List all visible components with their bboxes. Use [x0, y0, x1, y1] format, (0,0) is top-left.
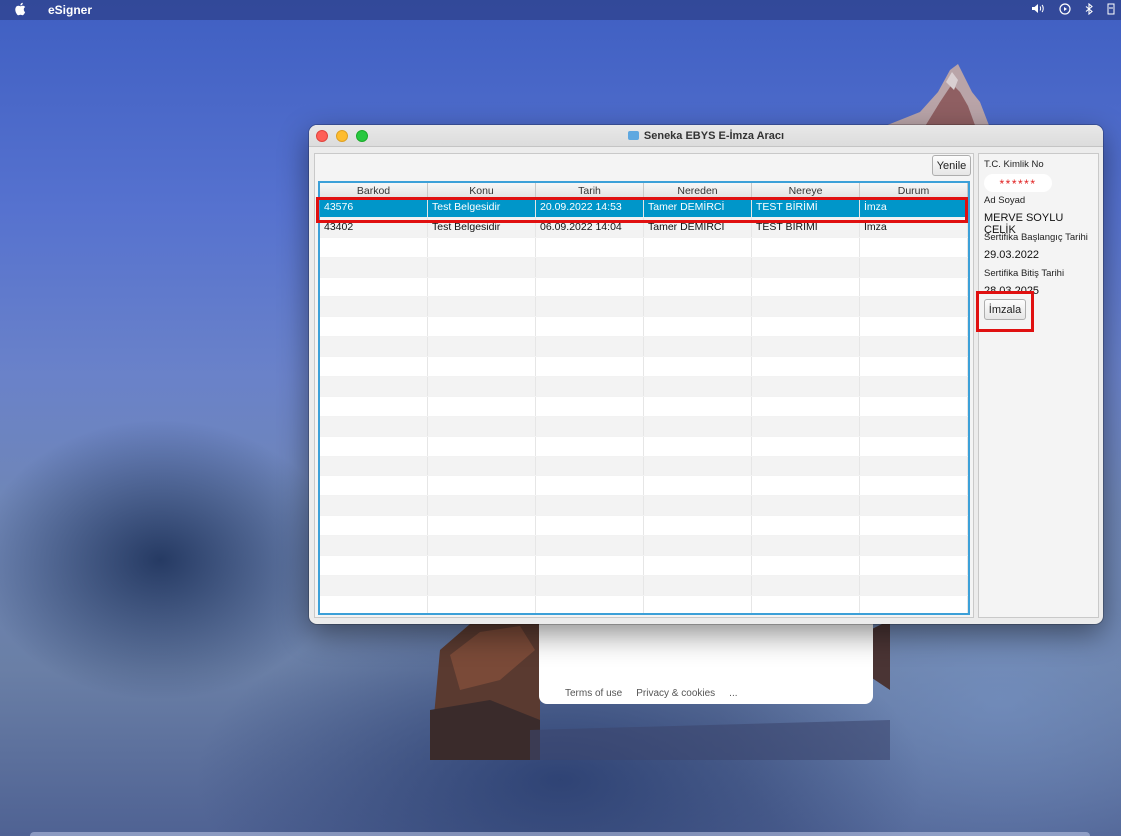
empty-row — [320, 496, 968, 517]
empty-row — [320, 456, 968, 477]
more-link[interactable]: ... — [729, 688, 737, 699]
name-label: Ad Soyad — [984, 195, 1026, 206]
empty-row — [320, 556, 968, 576]
refresh-button[interactable]: Yenile — [932, 155, 971, 176]
play-icon[interactable] — [1059, 2, 1071, 18]
column-header-barkod[interactable]: Barkod — [320, 183, 428, 197]
tc-label: T.C. Kimlik No — [984, 159, 1044, 170]
empty-row — [320, 436, 968, 457]
apple-icon[interactable] — [14, 2, 28, 19]
esigner-window: Seneka EBYS E-İmza Aracı Yenile Barkod K… — [309, 125, 1103, 624]
empty-row — [320, 396, 968, 417]
start-date-value: 29.03.2022 — [984, 249, 1040, 261]
certificate-info-pane: T.C. Kimlik No ****** Ad Soyad MERVE SOY… — [978, 153, 1099, 618]
window-titlebar[interactable]: Seneka EBYS E-İmza Aracı — [309, 125, 1103, 147]
documents-table: Barkod Konu Tarih Nereden Nereye Durum 4… — [318, 181, 970, 615]
column-header-durum[interactable]: Durum — [860, 183, 968, 197]
empty-row — [320, 476, 968, 497]
dock-edge — [30, 832, 1090, 836]
empty-row — [320, 595, 968, 613]
window-title-group: Seneka EBYS E-İmza Aracı — [627, 129, 785, 142]
empty-row — [320, 377, 968, 397]
selected-row-annotation — [316, 197, 968, 223]
empty-row — [320, 416, 968, 437]
terms-link[interactable]: Terms of use — [565, 688, 622, 699]
empty-row — [320, 277, 968, 298]
empty-row — [320, 317, 968, 338]
empty-row — [320, 257, 968, 278]
app-menu-name[interactable]: eSigner — [48, 3, 92, 17]
sign-button-annotation: İmzala — [976, 291, 1034, 332]
start-date-label: Sertifika Başlangıç Tarihi — [984, 232, 1088, 243]
menu-bar: eSigner — [0, 0, 1121, 20]
window-title: Seneka EBYS E-İmza Aracı — [643, 129, 785, 142]
footer-links: Terms of use Privacy & cookies ... — [565, 688, 738, 699]
empty-row — [320, 357, 968, 378]
zoom-button[interactable] — [356, 130, 368, 142]
table-header: Barkod Konu Tarih Nereden Nereye Durum — [320, 183, 968, 198]
empty-row — [320, 575, 968, 596]
column-header-nereye[interactable]: Nereye — [752, 183, 860, 197]
column-header-tarih[interactable]: Tarih — [536, 183, 644, 197]
tc-value: ****** — [984, 174, 1052, 192]
privacy-link[interactable]: Privacy & cookies — [636, 688, 715, 699]
menu-status-area — [1031, 0, 1121, 20]
bluetooth-icon[interactable] — [1085, 2, 1093, 18]
end-date-label: Sertifika Bitiş Tarihi — [984, 268, 1065, 279]
app-icon — [627, 131, 639, 140]
minimize-button[interactable] — [336, 130, 348, 142]
empty-row — [320, 297, 968, 318]
sign-button[interactable]: İmzala — [984, 299, 1026, 320]
empty-row — [320, 337, 968, 358]
empty-row — [320, 516, 968, 537]
volume-icon[interactable] — [1031, 3, 1045, 17]
close-button[interactable] — [316, 130, 328, 142]
window-controls — [316, 130, 368, 142]
column-header-konu[interactable]: Konu — [428, 183, 536, 197]
battery-icon[interactable] — [1107, 3, 1115, 18]
empty-row — [320, 237, 968, 258]
table-body: 43576 Test Belgesidir 20.09.2022 14:53 T… — [320, 198, 968, 613]
empty-row — [320, 536, 968, 557]
column-header-nereden[interactable]: Nereden — [644, 183, 752, 197]
rock-top-decoration — [880, 64, 990, 128]
background-browser-panel: Terms of use Privacy & cookies ... — [539, 622, 873, 704]
